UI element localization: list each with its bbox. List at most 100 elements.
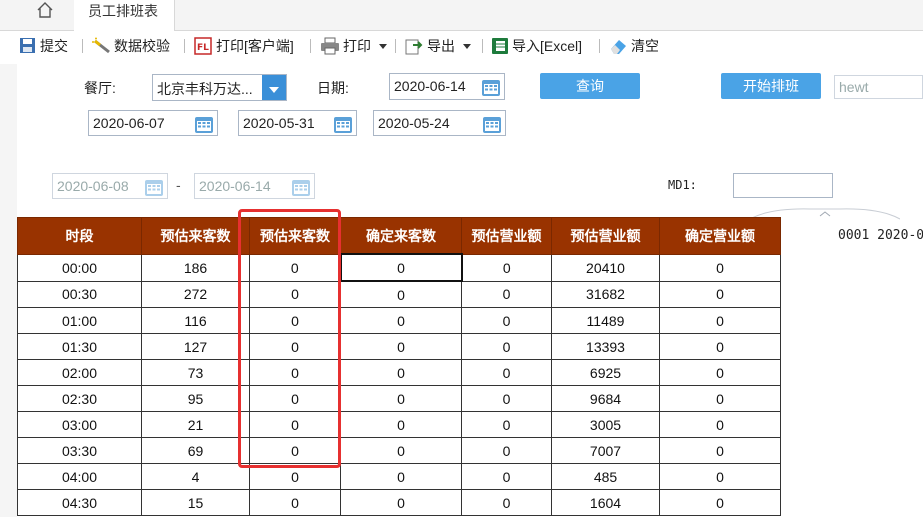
calendar-icon[interactable] (144, 177, 164, 197)
tab-staff-schedule[interactable]: 员工排班表 (74, 0, 175, 31)
table-row: 04:00 4 0 0 0 485 0 (17, 463, 781, 490)
cell-est-revenue[interactable]: 0 (461, 307, 552, 334)
cell-time: 01:00 (17, 307, 142, 334)
cell-est-revenue[interactable]: 0 (461, 463, 552, 490)
cell-confirmed-revenue[interactable]: 0 (659, 307, 781, 334)
cell-est-guests[interactable]: 95 (141, 385, 250, 412)
validate-button[interactable]: 数据校验 (92, 33, 177, 59)
cell-est-guests[interactable]: 73 (141, 359, 250, 386)
cell-est-revenue-2[interactable]: 9684 (551, 385, 660, 412)
toolbar-divider (482, 39, 483, 53)
restaurant-select[interactable]: 北京丰科万达... (152, 74, 287, 101)
cell-est-revenue-2[interactable]: 11489 (551, 307, 660, 334)
cell-est-revenue-2[interactable]: 1604 (551, 489, 660, 516)
range-end-date[interactable]: 2020-06-14 (194, 173, 315, 199)
cell-confirmed-revenue[interactable]: 0 (659, 359, 781, 386)
user-field[interactable]: hewt (834, 75, 923, 99)
cell-confirmed-guests[interactable]: 0 (340, 411, 462, 438)
cell-est-revenue-2[interactable]: 31682 (551, 280, 660, 308)
submit-button[interactable]: 提交 (19, 33, 74, 59)
calendar-icon[interactable] (481, 77, 501, 97)
cell-est-revenue[interactable]: 0 (461, 359, 552, 386)
cell-est-revenue[interactable]: 0 (461, 437, 552, 464)
tab-home[interactable] (0, 0, 75, 30)
left-strip (0, 64, 17, 517)
printer-icon (321, 37, 339, 55)
cell-confirmed-guests[interactable]: 0 (339, 253, 463, 282)
chevron-down-icon[interactable] (262, 75, 286, 100)
side-info-text: 0001 2020-06 (838, 228, 923, 243)
cell-est-revenue[interactable]: 0 (461, 253, 552, 282)
import-excel-button[interactable]: 导入[Excel] (491, 33, 591, 59)
cell-confirmed-revenue[interactable]: 0 (659, 489, 781, 516)
calendar-icon[interactable] (333, 114, 353, 134)
cell-est-revenue[interactable]: 0 (461, 385, 552, 412)
cell-confirmed-guests[interactable]: 0 (340, 333, 462, 360)
cell-est-revenue-2[interactable]: 20410 (551, 253, 660, 282)
column-header-time-slot[interactable]: 时段 (17, 217, 142, 255)
cell-est-revenue[interactable]: 0 (461, 489, 552, 516)
schedule-table: 时段 预估来客数 预估来客数 确定来客数 预估营业额 预估营业额 确定营业额 0… (17, 217, 781, 516)
cell-confirmed-guests[interactable]: 0 (340, 280, 462, 308)
date-field[interactable]: 2020-06-14 (389, 73, 505, 100)
cell-confirmed-revenue[interactable]: 0 (659, 411, 781, 438)
cell-est-revenue-2[interactable]: 7007 (551, 437, 660, 464)
md1-input[interactable] (733, 173, 833, 198)
cell-est-revenue-2[interactable]: 485 (551, 463, 660, 490)
cell-confirmed-revenue[interactable]: 0 (659, 253, 781, 282)
print-button[interactable]: 打印 (320, 33, 390, 59)
cell-est-guests[interactable]: 186 (141, 253, 250, 282)
start-scheduling-button[interactable]: 开始排班 (721, 73, 821, 99)
cell-est-guests[interactable]: 116 (141, 307, 250, 334)
cell-est-revenue[interactable]: 0 (461, 280, 552, 308)
range-start-date[interactable]: 2020-06-08 (52, 173, 168, 199)
md1-label: MD1: (668, 178, 697, 192)
compare-date-2[interactable]: 2020-05-31 (238, 110, 357, 136)
range-separator: - (176, 177, 181, 193)
cell-confirmed-guests[interactable]: 0 (340, 437, 462, 464)
cell-est-revenue-2[interactable]: 3005 (551, 411, 660, 438)
cell-confirmed-revenue[interactable]: 0 (659, 333, 781, 360)
cell-est-guests[interactable]: 15 (141, 489, 250, 516)
clear-button[interactable]: 清空 (609, 33, 669, 59)
cell-est-revenue-2[interactable]: 13393 (551, 333, 660, 360)
cell-confirmed-revenue[interactable]: 0 (659, 280, 781, 308)
table-row: 00:00 186 0 0 0 20410 0 (17, 253, 781, 282)
cell-confirmed-guests[interactable]: 0 (340, 385, 462, 412)
cell-confirmed-guests[interactable]: 0 (340, 359, 462, 386)
compare-date-1[interactable]: 2020-06-07 (88, 110, 218, 136)
cell-confirmed-revenue[interactable]: 0 (659, 437, 781, 464)
cell-est-revenue[interactable]: 0 (461, 411, 552, 438)
toolbar-divider (599, 39, 600, 53)
export-button[interactable]: 导出 (405, 33, 477, 59)
calendar-icon[interactable] (482, 114, 502, 134)
calendar-icon[interactable] (194, 114, 214, 134)
chevron-down-icon (379, 44, 387, 49)
query-button[interactable]: 查询 (540, 73, 640, 99)
cell-est-guests[interactable]: 272 (141, 280, 250, 308)
table-row: 03:30 69 0 0 0 7007 0 (17, 437, 781, 464)
cell-confirmed-revenue[interactable]: 0 (659, 463, 781, 490)
cell-est-guests[interactable]: 4 (141, 463, 250, 490)
compare-date-3[interactable]: 2020-05-24 (373, 110, 506, 136)
column-header-est-revenue-2[interactable]: 预估营业额 (551, 217, 660, 255)
cell-est-guests[interactable]: 127 (141, 333, 250, 360)
column-header-est-revenue[interactable]: 预估营业额 (461, 217, 552, 255)
print-client-button[interactable]: FL 打印[客户端] (194, 33, 304, 59)
cell-est-guests[interactable]: 21 (141, 411, 250, 438)
cell-est-revenue-2[interactable]: 6925 (551, 359, 660, 386)
column-header-confirmed-guests[interactable]: 确定来客数 (340, 217, 462, 255)
column-header-est-guests[interactable]: 预估来客数 (141, 217, 250, 255)
cell-confirmed-guests[interactable]: 0 (340, 489, 462, 516)
cell-confirmed-guests[interactable]: 0 (340, 463, 462, 490)
cell-est-guests[interactable]: 69 (141, 437, 250, 464)
cell-confirmed-guests[interactable]: 0 (340, 307, 462, 334)
eraser-icon (611, 40, 626, 54)
cell-confirmed-revenue[interactable]: 0 (659, 385, 781, 412)
cell-est-revenue[interactable]: 0 (461, 333, 552, 360)
column-header-confirmed-revenue[interactable]: 确定营业额 (659, 217, 781, 255)
toolbar-divider (310, 39, 311, 53)
cell-est-guests-2[interactable]: 0 (249, 489, 341, 516)
calendar-icon[interactable] (291, 177, 311, 197)
cell-time: 00:00 (17, 253, 142, 282)
